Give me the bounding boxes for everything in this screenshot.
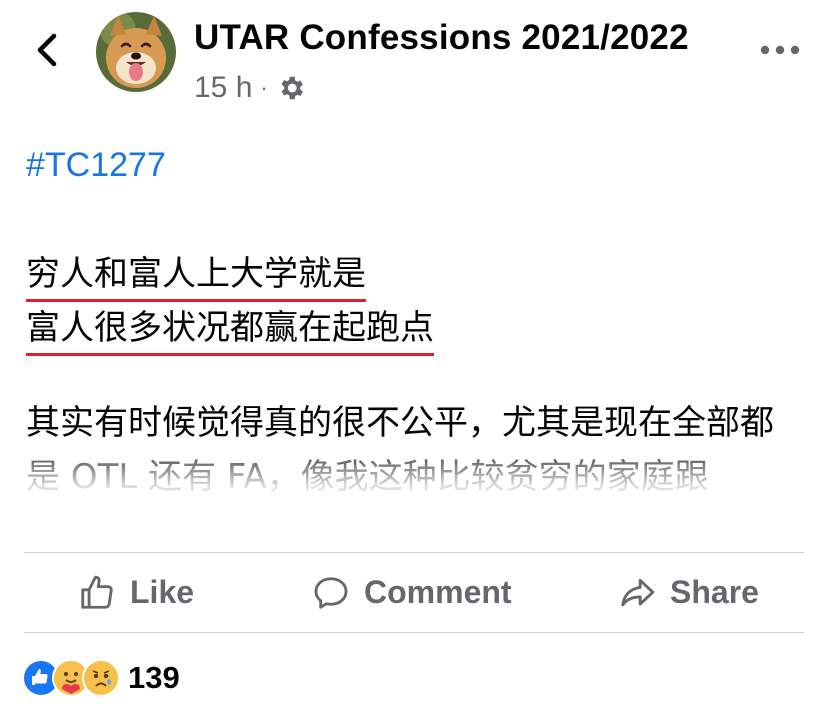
post-header: UTAR Confessions 2021/2022 15 h · <box>0 0 828 120</box>
reaction-count: 139 <box>128 660 180 695</box>
post-action-bar: Like Comment Share <box>24 553 804 632</box>
highlighted-text-line: 穷人和富人上大学就是 <box>26 246 366 302</box>
post-meta: 15 h · <box>194 70 306 106</box>
back-button[interactable] <box>28 30 68 70</box>
comment-label: Comment <box>364 574 512 610</box>
page-name[interactable]: UTAR Confessions 2021/2022 <box>194 18 689 58</box>
chevron-left-icon <box>37 33 57 67</box>
dog-avatar-icon <box>96 12 176 92</box>
like-label: Like <box>130 574 195 610</box>
more-options-button[interactable] <box>756 34 806 64</box>
post-body: #TC1277 穷人和富人上大学就是 富人很多状况都赢在起跑点 其实有时候觉得真… <box>26 140 806 540</box>
comment-button[interactable]: Comment <box>312 553 512 632</box>
share-label: Share <box>670 574 759 610</box>
share-button[interactable]: Share <box>618 553 759 632</box>
like-button[interactable]: Like <box>78 553 194 632</box>
highlighted-text-line: 富人很多状况都赢在起跑点 <box>26 300 434 356</box>
thumbs-up-icon <box>81 575 113 609</box>
comment-bubble-icon <box>314 576 348 609</box>
gear-icon <box>281 76 303 100</box>
page-avatar[interactable] <box>96 12 176 92</box>
divider <box>24 632 804 633</box>
post-hashtag[interactable]: #TC1277 <box>26 146 166 185</box>
post-paragraph: 其实有时候觉得真的很不公平，尤其是现在全部都是 OTL 还有 FA，像我这种比较… <box>26 403 774 497</box>
post-time[interactable]: 15 h <box>194 71 252 105</box>
meta-separator: · <box>260 75 268 100</box>
share-arrow-icon <box>621 578 655 606</box>
more-horizontal-icon <box>760 45 800 55</box>
sad-reaction-icon <box>82 659 120 697</box>
reactions-summary[interactable]: 139 <box>22 655 180 701</box>
